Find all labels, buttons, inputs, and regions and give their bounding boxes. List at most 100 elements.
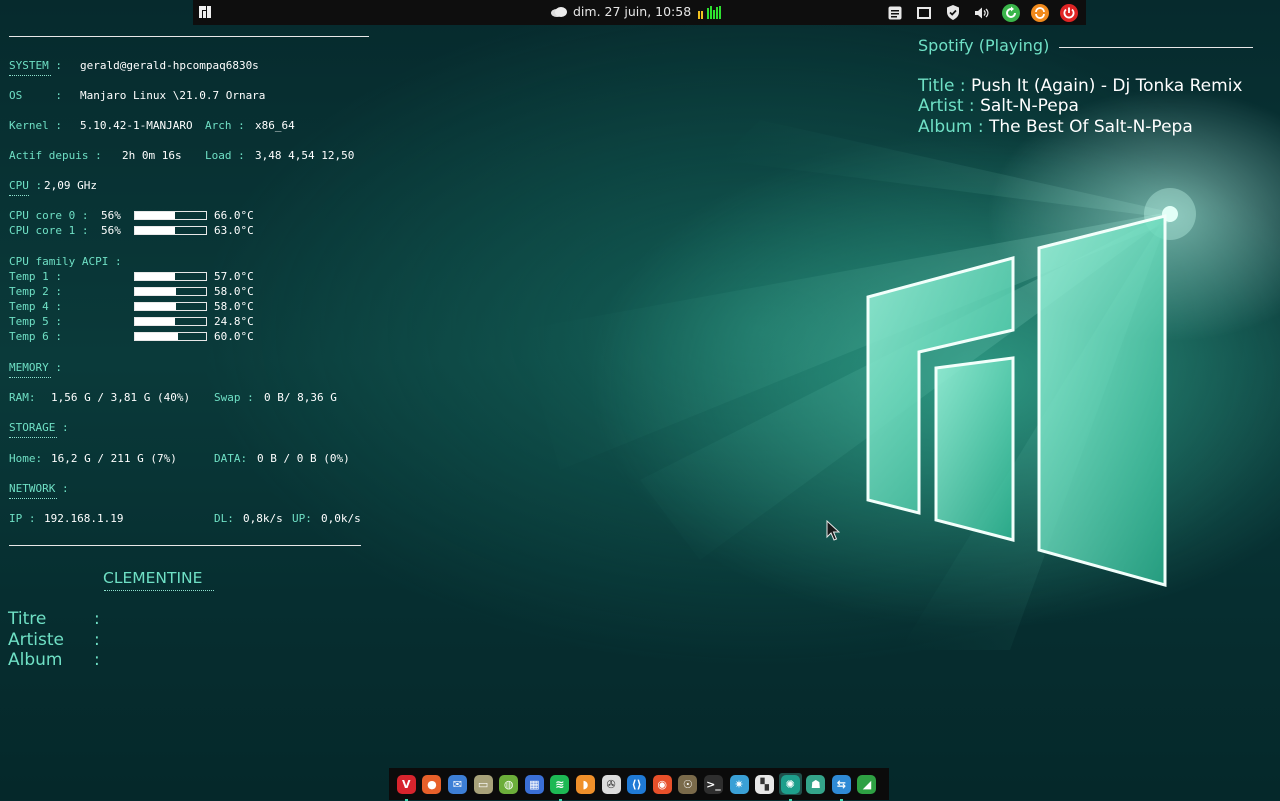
upload-label: UP: bbox=[292, 512, 312, 525]
dock-item[interactable]: ▭ bbox=[472, 773, 495, 795]
manjaro-hello-icon: ☗ bbox=[806, 774, 826, 794]
dock-item[interactable]: ✷ bbox=[728, 773, 751, 795]
calculator-icon: ▦ bbox=[524, 774, 544, 794]
clementine-artist-label: Artiste bbox=[8, 630, 64, 650]
dock-item[interactable]: ▦ bbox=[523, 773, 546, 795]
temp-label: Temp 6 : bbox=[9, 330, 62, 343]
firefox-icon: ● bbox=[422, 774, 442, 794]
spotify-album-value: The Best Of Salt-N-Pepa bbox=[989, 117, 1193, 137]
acpi-label: CPU family ACPI : bbox=[9, 255, 122, 268]
clementine-separator: : bbox=[94, 609, 100, 629]
dock-item[interactable]: >_ bbox=[702, 773, 725, 795]
separator-line bbox=[1059, 47, 1253, 48]
temp-bar bbox=[134, 302, 207, 311]
vivaldi-icon: V bbox=[396, 774, 416, 794]
dock-item[interactable]: V bbox=[395, 773, 418, 801]
core-temp: 63.0°C bbox=[214, 224, 254, 237]
dock-item[interactable]: ≋ bbox=[549, 773, 572, 801]
update-icon[interactable] bbox=[1001, 3, 1020, 22]
application-dock: V ● ✉ ▭ ◍ ▦ ≋ ◗ ✇ ⟨⟩ ◉ ☉ >_ ✷ ▚ ✺ ☗ ⇆ ◢ bbox=[389, 768, 889, 801]
clementine-title: CLEMENTINE bbox=[103, 569, 203, 587]
spotify-artist-value: Salt-N-Pepa bbox=[980, 96, 1079, 116]
dock-item[interactable]: ▚ bbox=[753, 773, 776, 795]
ram-value: 1,56 G / 3,81 G (40%) bbox=[51, 391, 191, 404]
keepass-icon: ◍ bbox=[499, 774, 519, 794]
system-label: SYSTEM : bbox=[9, 59, 62, 72]
weather-cloud-icon bbox=[551, 6, 567, 17]
temp-value: 60.0°C bbox=[214, 330, 254, 343]
swap-label: Swap : bbox=[214, 391, 254, 404]
temp-bar bbox=[134, 272, 207, 281]
network-label: NETWORK : bbox=[9, 482, 69, 495]
spotify-artist-row: Artist : Salt-N-Pepa bbox=[918, 96, 1079, 116]
shield-icon[interactable] bbox=[943, 3, 962, 22]
underline-dots bbox=[9, 75, 51, 76]
dock-item[interactable]: ⇆ bbox=[830, 773, 853, 801]
temp-label: Temp 4 : bbox=[9, 300, 62, 313]
ip-label: IP : bbox=[9, 512, 36, 525]
mail-icon: ✉ bbox=[447, 774, 467, 794]
dock-item[interactable]: ● bbox=[421, 773, 444, 795]
temp-label: Temp 5 : bbox=[9, 315, 62, 328]
temp-bar bbox=[134, 317, 207, 326]
dock-item[interactable]: ◍ bbox=[497, 773, 520, 795]
storage-label: STORAGE : bbox=[9, 421, 69, 434]
dock-item[interactable]: ⟨⟩ bbox=[625, 773, 648, 795]
spotify-icon: ≋ bbox=[550, 774, 570, 794]
sync-icon[interactable] bbox=[1030, 3, 1049, 22]
notes-icon[interactable] bbox=[885, 3, 904, 22]
cpu-monitor-graph-icon bbox=[698, 5, 722, 19]
dock-item[interactable]: ☉ bbox=[677, 773, 700, 795]
mouse-cursor-icon bbox=[826, 520, 840, 541]
system-value: gerald@gerald-hpcompaq6830s bbox=[80, 59, 259, 72]
brave-browser-icon: ◉ bbox=[652, 774, 672, 794]
home-value: 16,2 G / 211 G (7%) bbox=[51, 452, 177, 465]
upload-value: 0,0k/s bbox=[321, 512, 361, 525]
core-label: CPU core 1 : bbox=[9, 224, 89, 237]
network-icon: ⇆ bbox=[831, 774, 851, 794]
kernel-label: Kernel : bbox=[9, 119, 62, 132]
temp-label: Temp 2 : bbox=[9, 285, 62, 298]
volume-icon[interactable] bbox=[972, 3, 991, 22]
film-reel-icon: ✇ bbox=[601, 774, 621, 794]
system-tray bbox=[885, 3, 1078, 22]
temp-bar bbox=[134, 332, 207, 341]
core-usage: 56% bbox=[101, 209, 121, 222]
spotify-album-label: Album : bbox=[918, 117, 984, 137]
core-label: CPU core 0 : bbox=[9, 209, 89, 222]
gimp-icon: ☉ bbox=[678, 774, 698, 794]
clementine-title-label: Titre bbox=[8, 609, 47, 629]
core-usage-bar bbox=[134, 226, 207, 235]
separator-line bbox=[9, 545, 361, 546]
files-icon: ▭ bbox=[473, 774, 493, 794]
home-label: Home: bbox=[9, 452, 43, 465]
data-label: DATA: bbox=[214, 452, 248, 465]
clock-widget[interactable]: dim. 27 juin, 10:58 bbox=[550, 4, 722, 19]
dock-item[interactable]: ◢ bbox=[856, 773, 879, 795]
uptime-label: Actif depuis : bbox=[9, 149, 102, 162]
dock-item[interactable]: ✉ bbox=[446, 773, 469, 795]
power-icon[interactable] bbox=[1059, 3, 1078, 22]
window-icon[interactable] bbox=[914, 3, 933, 22]
swap-value: 0 B/ 8,36 G bbox=[264, 391, 337, 404]
dock-item[interactable]: ☗ bbox=[805, 773, 828, 795]
system-monitor-icon: ◢ bbox=[857, 774, 877, 794]
dock-item[interactable]: ✇ bbox=[600, 773, 623, 795]
arch-label: Arch : bbox=[205, 119, 245, 132]
download-label: DL: bbox=[214, 512, 234, 525]
underline-dots bbox=[9, 195, 29, 196]
spotify-title-label: Title : bbox=[918, 76, 966, 96]
cpu-frequency: 2,09 GHz bbox=[44, 179, 97, 192]
temp-value: 58.0°C bbox=[214, 300, 254, 313]
temp-label: Temp 1 : bbox=[9, 270, 62, 283]
load-label: Load : bbox=[205, 149, 245, 162]
underline-dots bbox=[9, 498, 57, 499]
uptime-value: 2h 0m 16s bbox=[122, 149, 182, 162]
clementine-icon: ◗ bbox=[575, 774, 595, 794]
memory-label: MEMORY : bbox=[9, 361, 62, 374]
dock-item[interactable]: ◗ bbox=[574, 773, 597, 795]
dock-item[interactable]: ✺ bbox=[778, 773, 802, 801]
os-label: OS : bbox=[9, 89, 62, 102]
conky-system-monitor: SYSTEM : gerald@gerald-hpcompaq6830s OS … bbox=[0, 0, 380, 700]
dock-item[interactable]: ◉ bbox=[651, 773, 674, 795]
